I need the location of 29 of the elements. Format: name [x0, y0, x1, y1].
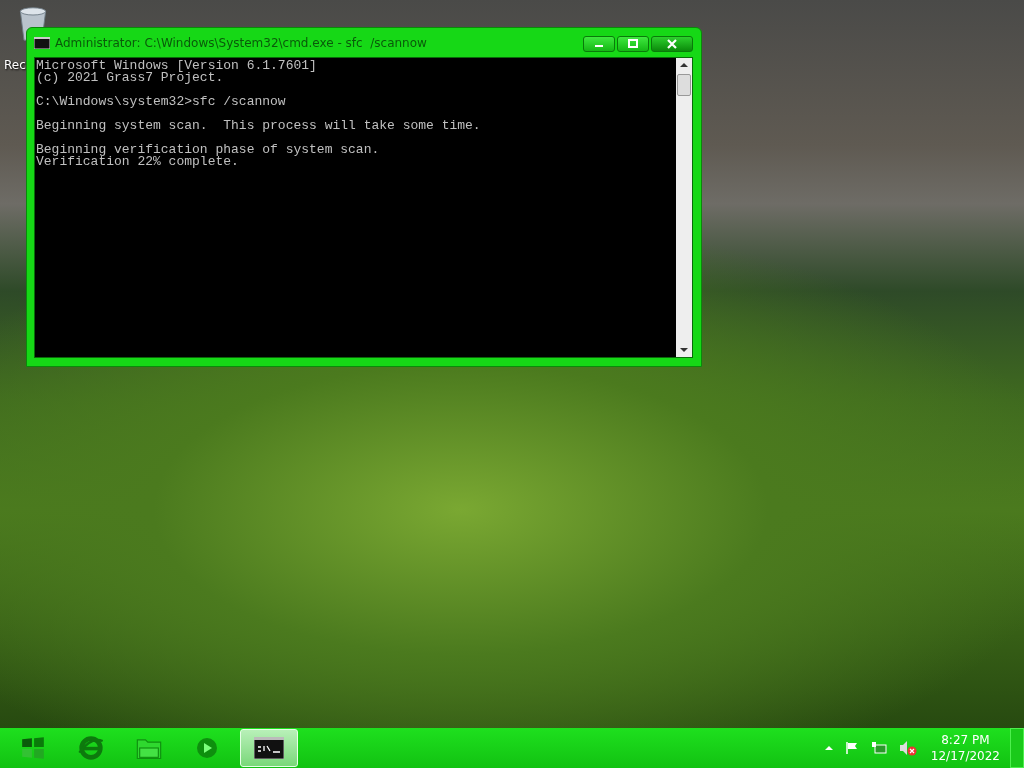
minimize-button[interactable]	[583, 36, 615, 52]
scroll-down-icon[interactable]	[680, 347, 688, 353]
console-line: Beginning verification phase of system scan.	[36, 144, 381, 156]
console-line: C:\Windows\system32>sfc /scannow	[36, 96, 287, 108]
window-title: Administrator: C:\Windows\System32\cmd.exe - sfc /scannow	[55, 35, 428, 50]
scrollbar-thumb[interactable]	[677, 74, 691, 96]
maximize-button[interactable]	[617, 36, 649, 52]
play-icon	[195, 736, 219, 760]
console-line: Microsoft Windows [Version 6.1.7601]	[36, 60, 318, 72]
console-line: (c) 2021 Grass7 Project.	[36, 72, 224, 84]
console-taskbar-button[interactable]	[240, 729, 298, 767]
close-button[interactable]	[651, 36, 693, 52]
console-icon	[254, 737, 284, 759]
four-pane-logo-icon	[20, 735, 46, 761]
console-line: Verification 22% complete.	[36, 156, 239, 168]
show-hidden-icons-icon[interactable]	[824, 745, 833, 751]
scroll-up-icon[interactable]	[680, 62, 688, 68]
close-icon	[667, 39, 677, 49]
desktop-icon-label[interactable]: Rec	[4, 58, 26, 72]
network-icon[interactable]	[870, 741, 887, 755]
console-app-icon	[34, 36, 50, 49]
clock-date[interactable]: 12/17/2022	[930, 748, 1000, 764]
clock-time[interactable]: 8:27 PM	[941, 732, 990, 748]
flag-icon[interactable]	[844, 741, 859, 755]
maximize-icon	[628, 39, 638, 49]
speaker-muted-icon[interactable]	[898, 740, 917, 756]
console-line: Beginning system scan. This process will take some time.	[36, 120, 482, 132]
vertical-scrollbar[interactable]	[676, 58, 692, 357]
e-logo-icon	[77, 734, 105, 762]
